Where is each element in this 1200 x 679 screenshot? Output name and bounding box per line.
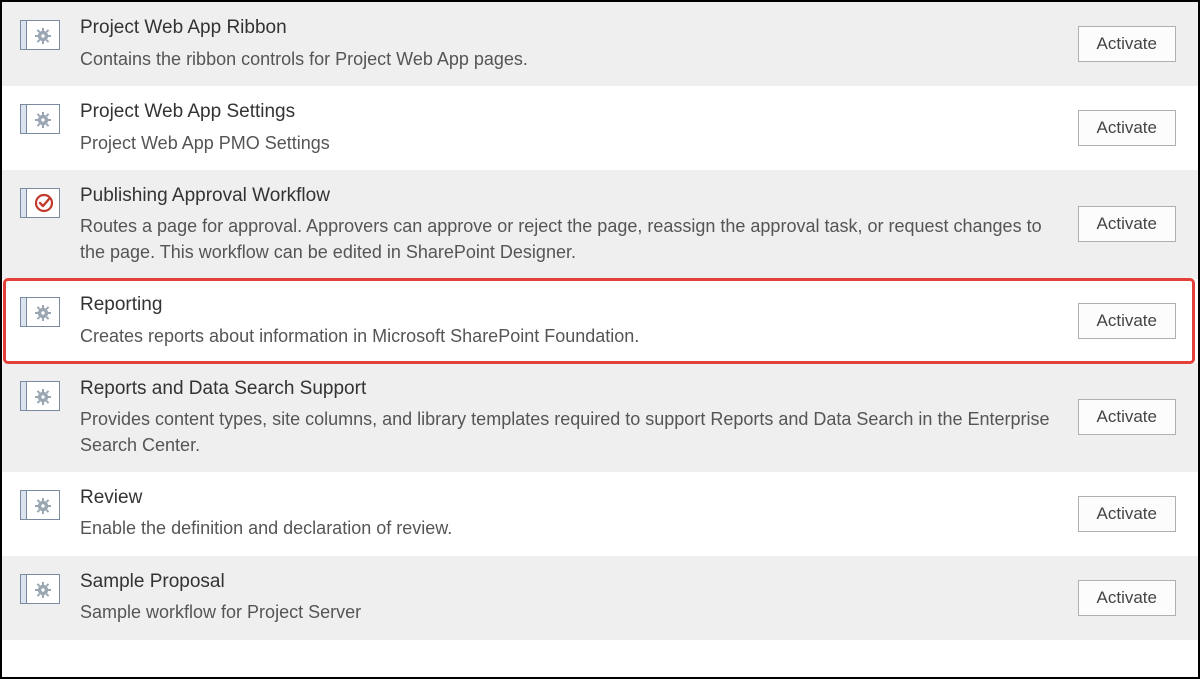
feature-row: Project Web App Ribbon Contains the ribbo… [2, 2, 1198, 86]
feature-row: Review Enable the definition and declarat… [2, 472, 1198, 556]
feature-action: Activate [1078, 110, 1176, 146]
activate-button[interactable]: Activate [1078, 206, 1176, 242]
feature-action: Activate [1078, 496, 1176, 532]
activate-button[interactable]: Activate [1078, 303, 1176, 339]
feature-action: Activate [1078, 580, 1176, 616]
gear-icon [16, 570, 64, 604]
feature-description: Routes a page for approval. Approvers ca… [80, 214, 1062, 264]
feature-description: Creates reports about information in Mic… [80, 324, 1062, 349]
feature-description: Sample workflow for Project Server [80, 600, 1062, 625]
feature-title: Project Web App Settings [80, 100, 1062, 125]
feature-list-frame: Project Web App Ribbon Contains the ribbo… [0, 0, 1200, 679]
activate-button[interactable]: Activate [1078, 26, 1176, 62]
feature-text: Reporting Creates reports about informati… [80, 293, 1062, 349]
feature-row: Publishing Approval Workflow Routes a pag… [2, 170, 1198, 279]
gear-icon [16, 293, 64, 327]
feature-text: Reports and Data Search Support Provides … [80, 377, 1062, 458]
activate-button[interactable]: Activate [1078, 580, 1176, 616]
feature-text: Project Web App Settings Project Web App … [80, 100, 1062, 156]
activate-button[interactable]: Activate [1078, 496, 1176, 532]
feature-action: Activate [1078, 303, 1176, 339]
feature-description: Enable the definition and declaration of… [80, 516, 1062, 541]
feature-row: Reports and Data Search Support Provides … [2, 363, 1198, 472]
feature-row: Project Web App Settings Project Web App … [2, 86, 1198, 170]
workflow-icon [16, 184, 64, 218]
feature-list: Project Web App Ribbon Contains the ribbo… [2, 2, 1198, 640]
feature-description: Project Web App PMO Settings [80, 131, 1062, 156]
feature-text: Project Web App Ribbon Contains the ribbo… [80, 16, 1062, 72]
feature-action: Activate [1078, 399, 1176, 435]
activate-button[interactable]: Activate [1078, 399, 1176, 435]
feature-title: Publishing Approval Workflow [80, 184, 1062, 209]
activate-button[interactable]: Activate [1078, 110, 1176, 146]
feature-row: Reporting Creates reports about informati… [2, 279, 1198, 363]
feature-row: Sample Proposal Sample workflow for Proje… [2, 556, 1198, 640]
feature-text: Review Enable the definition and declarat… [80, 486, 1062, 542]
feature-title: Reports and Data Search Support [80, 377, 1062, 402]
gear-icon [16, 377, 64, 411]
feature-action: Activate [1078, 26, 1176, 62]
feature-text: Publishing Approval Workflow Routes a pag… [80, 184, 1062, 265]
feature-title: Reporting [80, 293, 1062, 318]
gear-icon [16, 16, 64, 50]
gear-icon [16, 100, 64, 134]
feature-title: Sample Proposal [80, 570, 1062, 595]
gear-icon [16, 486, 64, 520]
feature-title: Review [80, 486, 1062, 511]
feature-action: Activate [1078, 206, 1176, 242]
feature-text: Sample Proposal Sample workflow for Proje… [80, 570, 1062, 626]
feature-description: Provides content types, site columns, an… [80, 407, 1062, 457]
feature-title: Project Web App Ribbon [80, 16, 1062, 41]
feature-description: Contains the ribbon controls for Project… [80, 47, 1062, 72]
